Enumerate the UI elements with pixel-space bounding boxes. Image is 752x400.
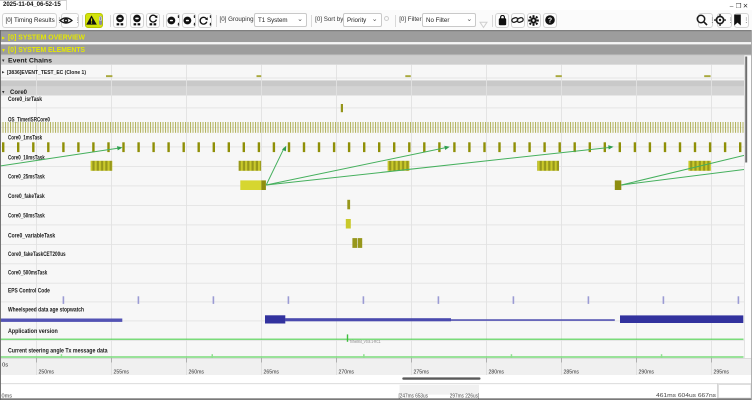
svg-text:260ms: 260ms [189,370,205,376]
svg-text:461ms 604us 667ns: 461ms 604us 667ns [656,393,716,399]
svg-text:295ms: 295ms [714,370,730,376]
svg-text:Wheelspeed data age stopwatch: Wheelspeed data age stopwatch [8,307,84,314]
svg-text:265ms: 265ms [264,370,280,376]
svg-text:285ms: 285ms [564,370,580,376]
svg-text:Core0_500msTask: Core0_500msTask [8,270,48,277]
svg-text:?: ? [548,18,552,25]
svg-text:Core0_isrTask: Core0_isrTask [8,96,43,103]
svg-text:270ms: 270ms [339,370,355,376]
svg-text:280ms: 280ms [489,370,505,376]
svg-text:[3836]EVENT_TEST_EC (Clone 1): [3836]EVENT_TEST_EC (Clone 1) [7,70,86,76]
svg-text:0s: 0s [2,362,8,368]
svg-text:Core0_1msTask: Core0_1msTask [8,135,43,142]
svg-text:Core0_fakeTask: Core0_fakeTask [8,193,45,200]
svg-text:[0] SYSTEM ELEMENTS: [0] SYSTEM ELEMENTS [8,45,85,54]
svg-text:255ms: 255ms [114,370,130,376]
svg-text:Application version: Application version [8,328,58,335]
svg-text:▸: ▸ [2,35,5,41]
svg-text:250ms: 250ms [39,370,55,376]
svg-text:EPS Control Code: EPS Control Code [8,288,50,295]
svg-text:[0] SYSTEM OVERVIEW: [0] SYSTEM OVERVIEW [8,33,85,42]
svg-text:TriNetKit_V0.8.1-RC1: TriNetKit_V0.8.1-RC1 [350,339,381,344]
svg-text:Core0_25msTask: Core0_25msTask [8,174,45,181]
svg-text:Event Chains: Event Chains [8,58,52,65]
svg-text:Core0_variableTask: Core0_variableTask [8,232,56,239]
svg-text:290ms: 290ms [639,370,655,376]
svg-text:Current steering angle Tx mess: Current steering angle Tx message data [8,347,108,354]
svg-text:275ms: 275ms [414,370,430,376]
svg-text:Core0_50msTask: Core0_50msTask [8,213,45,220]
svg-text:▾: ▾ [2,48,5,54]
svg-text:Core0_fakeTaskCET200us: Core0_fakeTaskCET200us [8,251,66,258]
svg-text:Core0: Core0 [10,89,27,96]
